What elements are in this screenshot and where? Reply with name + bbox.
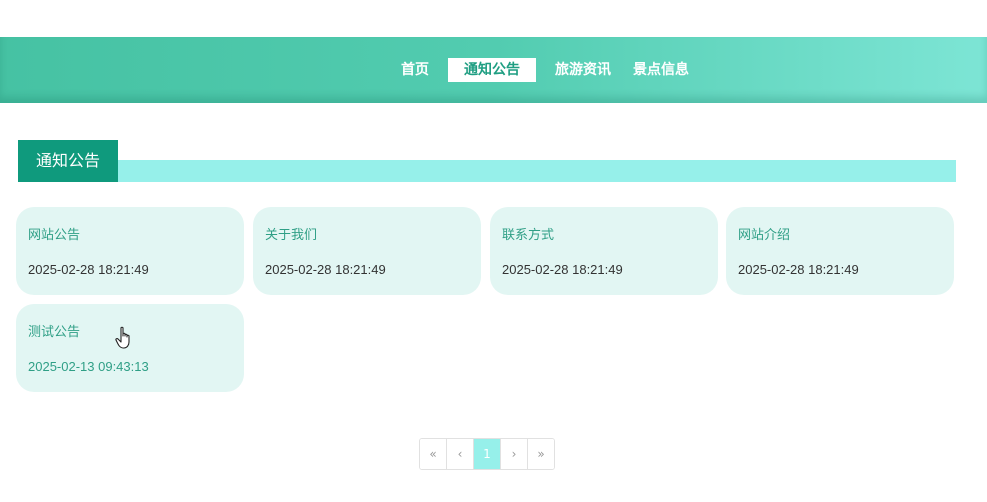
notice-title[interactable]: 关于我们 bbox=[265, 224, 317, 243]
nav-item-home[interactable]: 首页 bbox=[390, 58, 440, 82]
first-page-button[interactable]: « bbox=[420, 439, 447, 469]
nav-item-attractions[interactable]: 景点信息 bbox=[622, 58, 700, 82]
next-page-button[interactable]: › bbox=[501, 439, 528, 469]
hand-pointer-cursor-icon bbox=[115, 326, 130, 349]
current-page-button[interactable]: 1 bbox=[474, 439, 501, 469]
notice-card[interactable]: 联系方式 2025-02-28 18:21:49 bbox=[490, 207, 718, 295]
notice-title[interactable]: 测试公告 bbox=[28, 321, 80, 340]
nav-menu: 首页 通知公告 旅游资讯 景点信息 bbox=[390, 58, 700, 82]
notice-card[interactable]: 关于我们 2025-02-28 18:21:49 bbox=[253, 207, 481, 295]
last-page-button[interactable]: » bbox=[528, 439, 554, 469]
notice-title[interactable]: 网站公告 bbox=[28, 224, 80, 243]
notice-card[interactable]: 网站公告 2025-02-28 18:21:49 bbox=[16, 207, 244, 295]
notice-date: 2025-02-28 18:21:49 bbox=[502, 262, 623, 277]
notice-title[interactable]: 网站介绍 bbox=[738, 224, 790, 243]
notice-date: 2025-02-13 09:43:13 bbox=[28, 359, 149, 374]
prev-page-button[interactable]: ‹ bbox=[447, 439, 474, 469]
notice-title[interactable]: 联系方式 bbox=[502, 224, 554, 243]
nav-item-notices[interactable]: 通知公告 bbox=[448, 58, 536, 82]
notice-card[interactable]: 网站介绍 2025-02-28 18:21:49 bbox=[726, 207, 954, 295]
section-title: 通知公告 bbox=[18, 140, 118, 182]
top-navbar: 首页 通知公告 旅游资讯 景点信息 bbox=[0, 37, 987, 103]
section-header: 通知公告 bbox=[18, 140, 956, 182]
section-header-bar bbox=[18, 160, 956, 182]
nav-item-travel-news[interactable]: 旅游资讯 bbox=[544, 58, 622, 82]
notice-date: 2025-02-28 18:21:49 bbox=[265, 262, 386, 277]
notice-date: 2025-02-28 18:21:49 bbox=[738, 262, 859, 277]
notice-date: 2025-02-28 18:21:49 bbox=[28, 262, 149, 277]
pagination: « ‹ 1 › » bbox=[419, 438, 555, 470]
